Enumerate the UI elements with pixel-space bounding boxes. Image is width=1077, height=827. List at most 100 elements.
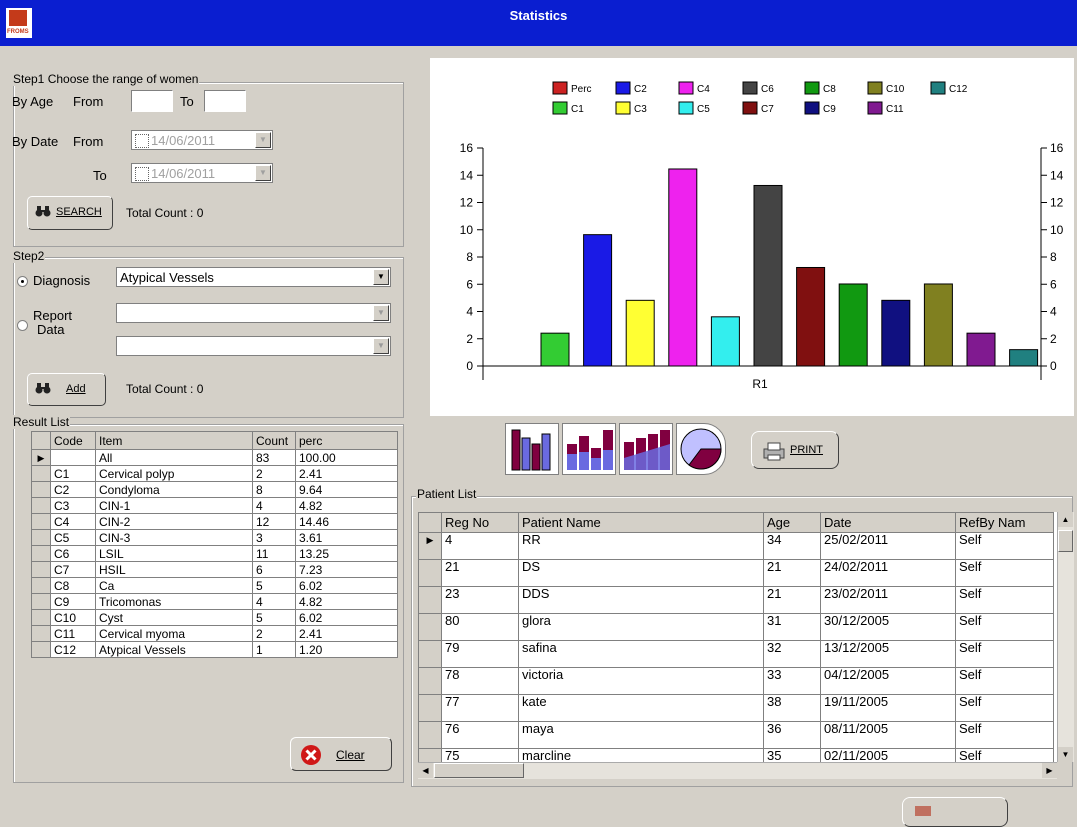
cell-reg[interactable]: 80 (441, 613, 519, 641)
table-row[interactable]: 80 glora 31 30/12/2005 Self (418, 613, 1054, 641)
cell-item[interactable]: Cyst (95, 609, 253, 626)
report-data-select-1[interactable]: ▼ (116, 303, 391, 323)
cell-date[interactable]: 24/02/2011 (820, 559, 956, 587)
cell-perc[interactable]: 2.41 (295, 465, 398, 482)
cell-age[interactable]: 36 (763, 721, 821, 749)
table-row[interactable]: 78 victoria 33 04/12/2005 Self (418, 667, 1054, 695)
cell-name[interactable]: DDS (518, 586, 764, 614)
cell-code[interactable]: C10 (50, 609, 96, 626)
cell-count[interactable]: 2 (252, 465, 296, 482)
cell-ref[interactable]: Self (955, 748, 1054, 762)
date-to-checkbox[interactable] (135, 167, 149, 181)
cell-code[interactable] (50, 449, 96, 466)
cell-name[interactable]: kate (518, 694, 764, 722)
table-row[interactable]: C8 Ca 5 6.02 (31, 577, 398, 594)
table-row[interactable]: C2 Condyloma 8 9.64 (31, 481, 398, 498)
chevron-down-icon[interactable]: ▼ (255, 132, 271, 148)
column-header[interactable]: Date (820, 512, 956, 533)
scrollbar-thumb[interactable] (1058, 530, 1073, 552)
column-header[interactable]: perc (295, 431, 398, 450)
cell-ref[interactable]: Self (955, 586, 1054, 614)
column-header[interactable]: RefBy Nam (955, 512, 1054, 533)
cell-code[interactable]: C9 (50, 593, 96, 610)
cell-item[interactable]: CIN-2 (95, 513, 253, 530)
area-chart-button[interactable] (619, 423, 673, 475)
cell-ref[interactable]: Self (955, 721, 1054, 749)
table-row[interactable]: 75 marcline 35 02/11/2005 Self (418, 748, 1054, 762)
table-row[interactable]: ▶ All 83 100.00 (31, 449, 398, 466)
cell-code[interactable]: C8 (50, 577, 96, 594)
cell-perc[interactable]: 2.41 (295, 625, 398, 642)
cell-perc[interactable]: 100.00 (295, 449, 398, 466)
patient-list-table[interactable]: Reg No Patient Name Age Date RefBy Nam ▶… (418, 512, 1054, 762)
cell-name[interactable]: marcline (518, 748, 764, 762)
cell-code[interactable]: C11 (50, 625, 96, 642)
cell-count[interactable]: 1 (252, 641, 296, 658)
cell-reg[interactable]: 4 (441, 532, 519, 560)
cell-count[interactable]: 8 (252, 481, 296, 498)
cell-perc[interactable]: 3.61 (295, 529, 398, 546)
cell-count[interactable]: 83 (252, 449, 296, 466)
column-header[interactable]: Item (95, 431, 253, 450)
column-header[interactable]: Reg No (441, 512, 519, 533)
cell-reg[interactable]: 75 (441, 748, 519, 762)
cell-perc[interactable]: 14.46 (295, 513, 398, 530)
result-list-table[interactable]: Code Item Count perc ▶ All 83 100.00 C1 Cervi… (31, 431, 398, 658)
cell-reg[interactable]: 21 (441, 559, 519, 587)
cell-age[interactable]: 35 (763, 748, 821, 762)
table-row[interactable]: C6 LSIL 11 13.25 (31, 545, 398, 562)
age-from-input[interactable] (131, 90, 173, 112)
table-row[interactable]: C5 CIN-3 3 3.61 (31, 529, 398, 546)
cell-date[interactable]: 25/02/2011 (820, 532, 956, 560)
cell-count[interactable]: 3 (252, 529, 296, 546)
cell-reg[interactable]: 79 (441, 640, 519, 668)
cell-perc[interactable]: 4.82 (295, 593, 398, 610)
scroll-left-icon[interactable]: ◀ (418, 763, 433, 778)
cell-age[interactable]: 38 (763, 694, 821, 722)
cell-item[interactable]: Condyloma (95, 481, 253, 498)
table-row[interactable]: 23 DDS 21 23/02/2011 Self (418, 586, 1054, 614)
cell-date[interactable]: 13/12/2005 (820, 640, 956, 668)
table-row[interactable]: 21 DS 21 24/02/2011 Self (418, 559, 1054, 587)
cell-age[interactable]: 32 (763, 640, 821, 668)
patient-list-hscrollbar[interactable]: ◀ ▶ (418, 762, 1057, 779)
date-from-picker[interactable]: 14/06/2011 ▼ (131, 130, 273, 150)
chevron-down-icon[interactable]: ▼ (373, 269, 389, 285)
cell-name[interactable]: safina (518, 640, 764, 668)
scroll-right-icon[interactable]: ▶ (1042, 763, 1057, 778)
cell-date[interactable]: 30/12/2005 (820, 613, 956, 641)
cell-ref[interactable]: Self (955, 667, 1054, 695)
table-row[interactable]: 76 maya 36 08/11/2005 Self (418, 721, 1054, 749)
table-row[interactable]: C4 CIN-2 12 14.46 (31, 513, 398, 530)
cell-date[interactable]: 04/12/2005 (820, 667, 956, 695)
cell-age[interactable]: 34 (763, 532, 821, 560)
cell-item[interactable]: All (95, 449, 253, 466)
cell-item[interactable]: CIN-1 (95, 497, 253, 514)
table-row[interactable]: C9 Tricomonas 4 4.82 (31, 593, 398, 610)
table-row[interactable]: 77 kate 38 19/11/2005 Self (418, 694, 1054, 722)
diagnosis-radio[interactable] (17, 276, 28, 287)
date-from-checkbox[interactable] (135, 134, 149, 148)
cell-code[interactable]: C7 (50, 561, 96, 578)
cell-code[interactable]: C1 (50, 465, 96, 482)
table-row[interactable]: C3 CIN-1 4 4.82 (31, 497, 398, 514)
column-header[interactable]: Age (763, 512, 821, 533)
cell-perc[interactable]: 1.20 (295, 641, 398, 658)
cell-item[interactable]: Ca (95, 577, 253, 594)
cell-count[interactable]: 6 (252, 561, 296, 578)
cell-count[interactable]: 12 (252, 513, 296, 530)
chevron-down-icon[interactable]: ▼ (373, 305, 389, 321)
cell-item[interactable]: Tricomonas (95, 593, 253, 610)
cell-item[interactable]: LSIL (95, 545, 253, 562)
cell-name[interactable]: DS (518, 559, 764, 587)
table-row[interactable]: ▶ 4 RR 34 25/02/2011 Self (418, 532, 1054, 560)
cell-perc[interactable]: 9.64 (295, 481, 398, 498)
cell-perc[interactable]: 13.25 (295, 545, 398, 562)
cell-name[interactable]: victoria (518, 667, 764, 695)
cell-code[interactable]: C12 (50, 641, 96, 658)
cell-perc[interactable]: 6.02 (295, 609, 398, 626)
report-data-radio[interactable] (17, 320, 28, 331)
cell-date[interactable]: 02/11/2005 (820, 748, 956, 762)
cell-ref[interactable]: Self (955, 640, 1054, 668)
cell-count[interactable]: 4 (252, 593, 296, 610)
